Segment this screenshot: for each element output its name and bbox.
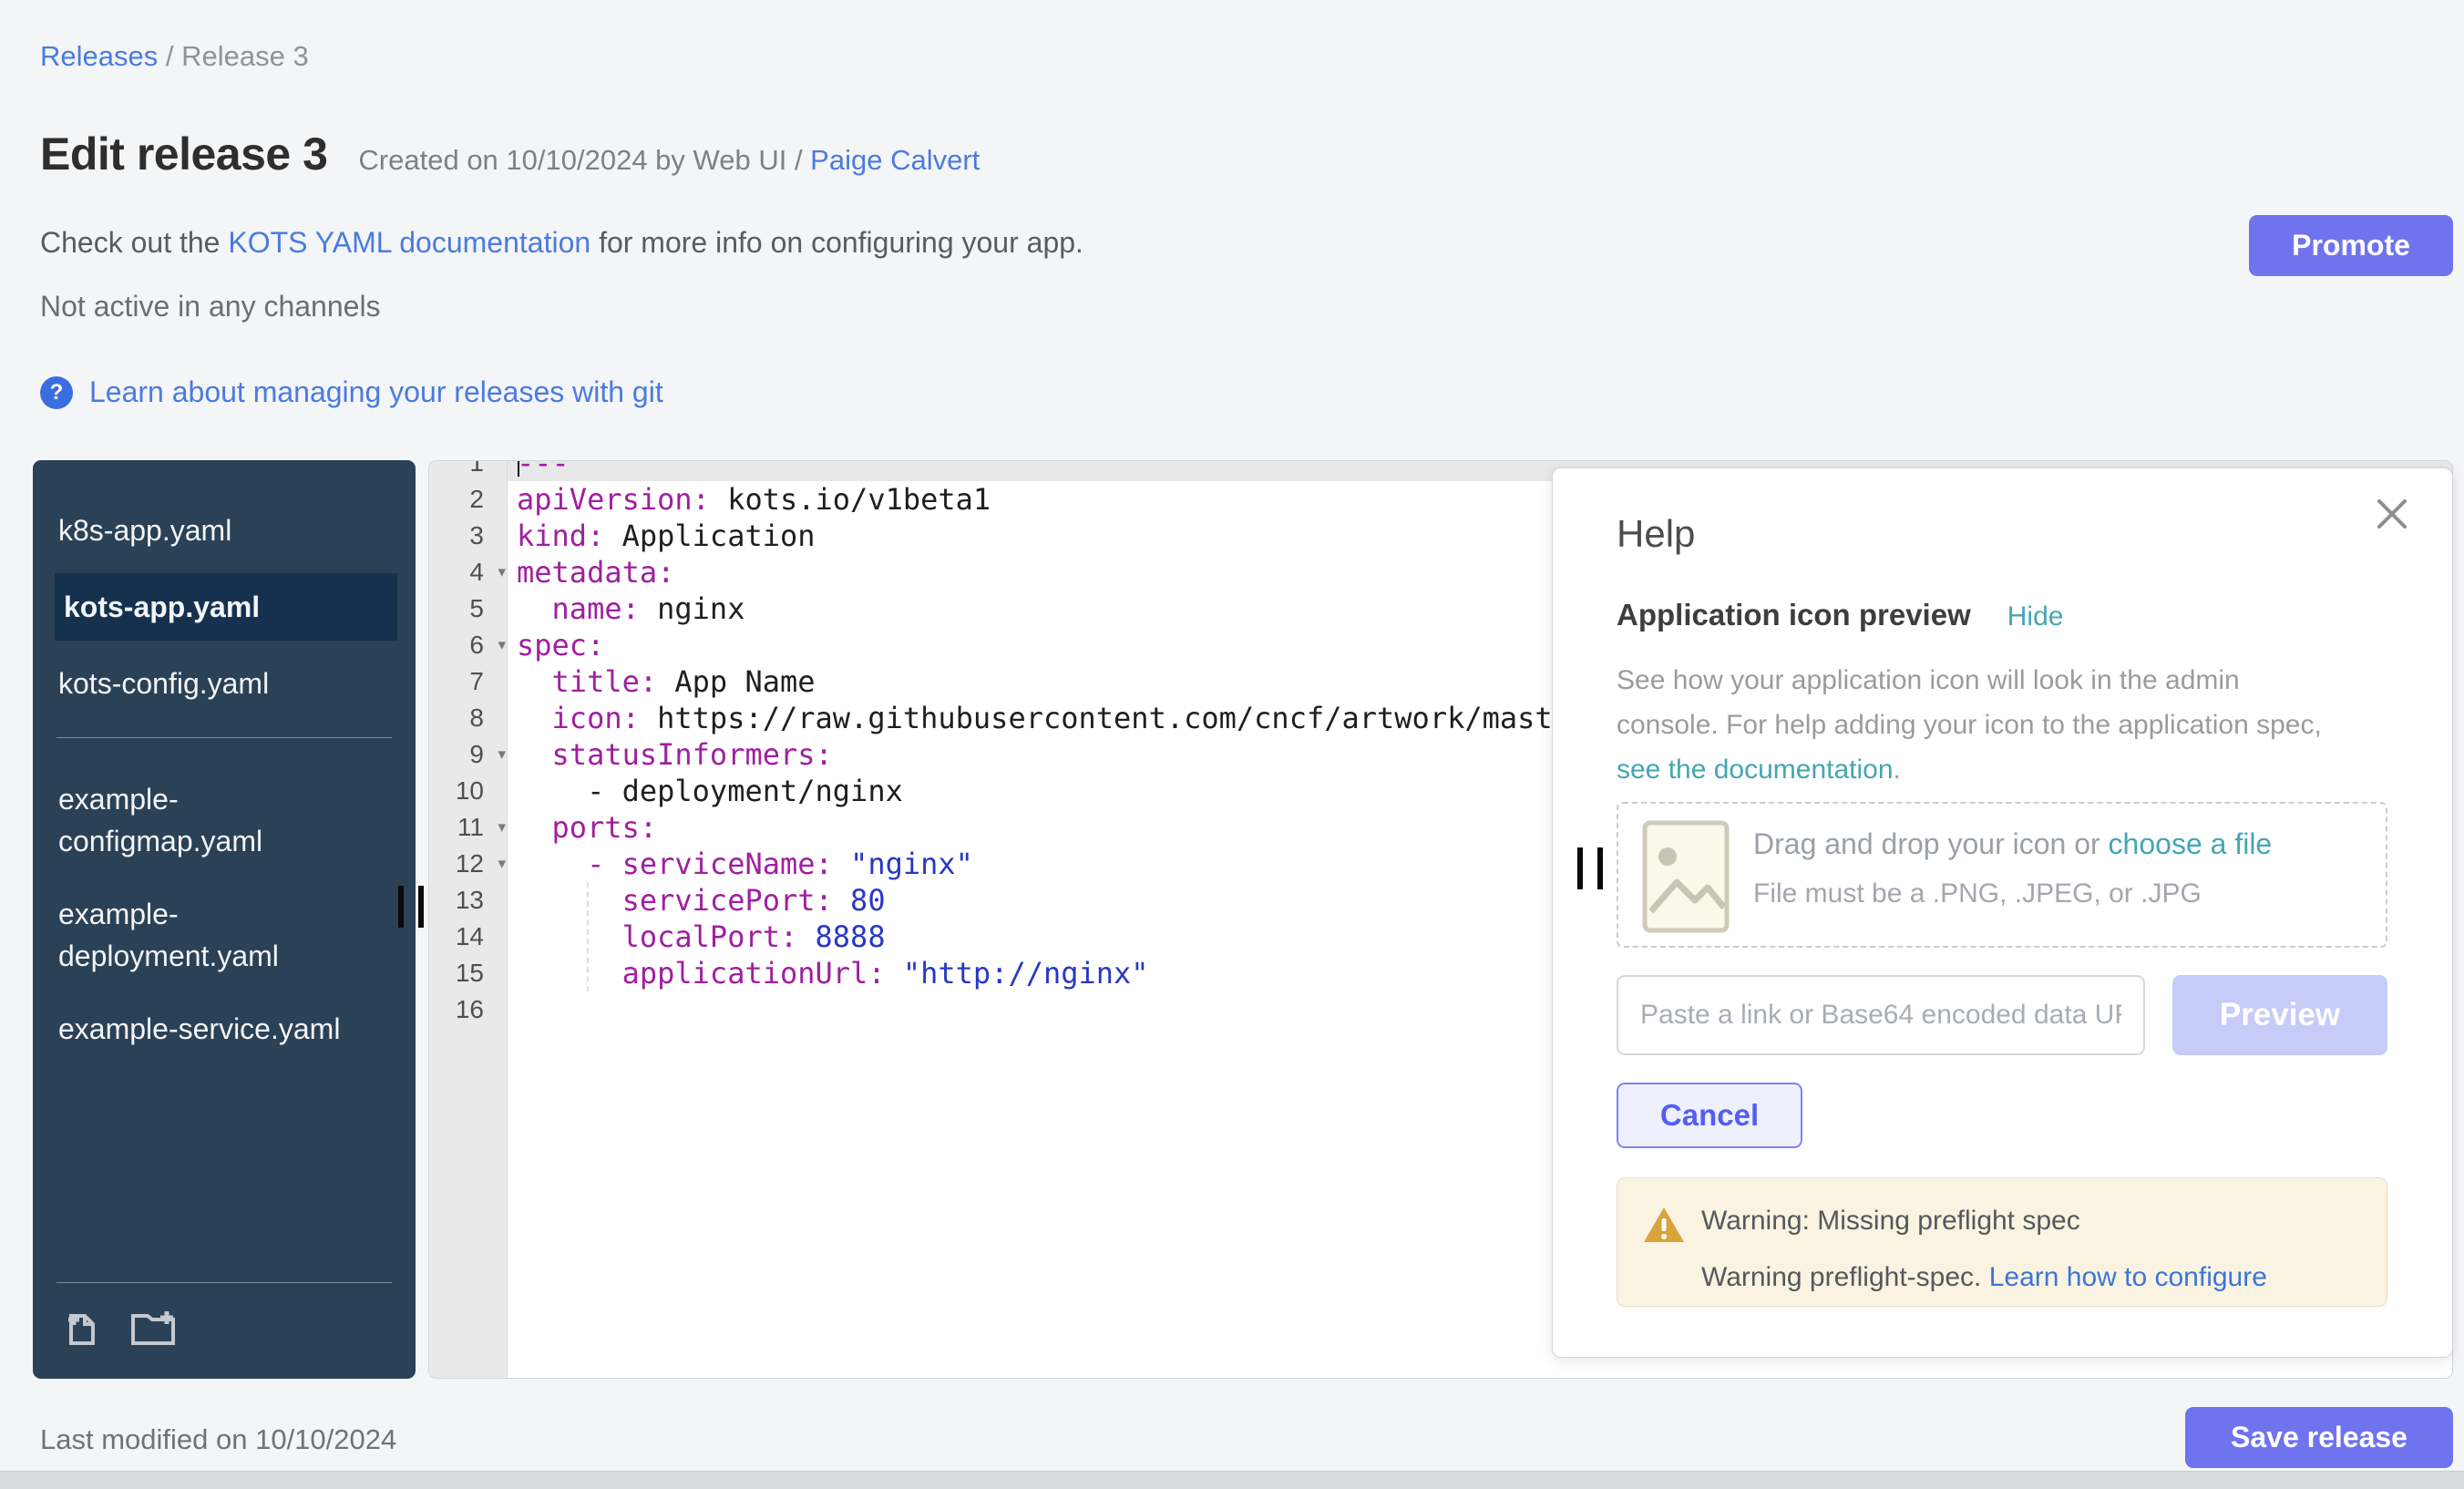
image-placeholder-icon — [1642, 820, 1730, 938]
preview-button[interactable]: Preview — [2172, 975, 2387, 1055]
git-help-row: ? Learn about managing your releases wit… — [40, 375, 663, 409]
last-modified: Last modified on 10/10/2024 — [40, 1423, 396, 1456]
sidebar-item-k8s-app.yaml[interactable]: k8s-app.yaml — [56, 500, 366, 560]
line-number: 6▾ — [429, 627, 508, 663]
desc-period: . — [1894, 755, 1901, 785]
warning-detail: Warning preflight-spec. Learn how to con… — [1701, 1262, 2267, 1293]
page-title-row: Edit release 3 Created on 10/10/2024 by … — [40, 128, 980, 180]
desc-text: See how your application icon will look … — [1617, 665, 2322, 740]
icon-preview-description: See how your application icon will look … — [1617, 658, 2346, 792]
git-releases-link[interactable]: Learn about managing your releases with … — [89, 375, 663, 409]
question-circle-icon: ? — [40, 376, 73, 409]
icon-preview-title: Application icon preview — [1617, 598, 1971, 632]
add-folder-icon[interactable] — [128, 1307, 179, 1353]
line-number: 4▾ — [429, 554, 508, 590]
see-documentation-link[interactable]: see the documentation — [1617, 755, 1894, 785]
sidebar-item-example-service.yaml[interactable]: example-service.yaml — [56, 999, 366, 1059]
line-number: 13 — [429, 882, 508, 919]
created-author-link[interactable]: Paige Calvert — [810, 144, 980, 176]
help-title: Help — [1617, 512, 1695, 556]
doc-hint: Check out the KOTS YAML documentation fo… — [40, 226, 1083, 260]
indent-guide — [587, 882, 589, 991]
line-number: 1 — [429, 460, 508, 481]
drop-prefix: Drag and drop your icon or — [1753, 827, 2109, 860]
breadcrumb-current: Release 3 — [181, 40, 309, 72]
dropzone-text: Drag and drop your icon or choose a file — [1753, 827, 2272, 861]
file-list: k8s-app.yaml kots-app.yaml kots-config.yam… — [33, 500, 416, 1059]
preflight-warning: Warning: Missing preflight spec Warning … — [1617, 1177, 2387, 1307]
line-number: 10 — [429, 773, 508, 809]
help-panel-resize-handle[interactable] — [1577, 847, 1603, 889]
kots-yaml-doc-link[interactable]: KOTS YAML documentation — [228, 226, 590, 259]
cancel-button[interactable]: Cancel — [1617, 1083, 1802, 1148]
line-number: 5 — [429, 590, 508, 627]
choose-file-link[interactable]: choose a file — [2109, 827, 2273, 860]
line-number: 16 — [429, 991, 508, 1028]
line-number: 2 — [429, 481, 508, 518]
line-number: 11▾ — [429, 809, 508, 846]
sidebar-footer — [33, 1260, 416, 1379]
icon-dropzone[interactable]: Drag and drop your icon or choose a file… — [1617, 802, 2387, 948]
line-number: 12▾ — [429, 846, 508, 882]
sidebar-item-example-configmap.yaml[interactable]: example-configmap.yaml — [56, 769, 366, 871]
help-panel: Help Application icon preview Hide See h… — [1552, 467, 2453, 1358]
dropzone-hint: File must be a .PNG, .JPEG, or .JPG — [1753, 878, 2202, 909]
bottom-strip — [0, 1471, 2464, 1489]
fold-arrow-icon[interactable]: ▾ — [498, 554, 506, 590]
line-number: 7 — [429, 663, 508, 700]
hide-link[interactable]: Hide — [2007, 601, 2064, 632]
doc-prefix: Check out the — [40, 226, 228, 259]
sidebar-footer-divider — [56, 1282, 392, 1283]
text-cursor — [518, 460, 519, 477]
sidebar-divider — [56, 737, 392, 738]
sidebar-item-kots-config.yaml[interactable]: kots-config.yaml — [56, 653, 366, 714]
doc-suffix: for more info on configuring your app. — [590, 226, 1083, 259]
line-number: 8 — [429, 700, 508, 736]
channel-status: Not active in any channels — [40, 290, 381, 323]
sidebar-item-example-deployment.yaml[interactable]: example-deployment.yaml — [56, 884, 366, 986]
promote-button[interactable]: Promote — [2249, 215, 2453, 276]
warning-title: Warning: Missing preflight spec — [1701, 1206, 2080, 1237]
line-number: 15 — [429, 955, 508, 991]
icon-url-input[interactable] — [1617, 975, 2145, 1055]
line-number: 3 — [429, 518, 508, 554]
file-sidebar: k8s-app.yaml kots-app.yaml kots-config.yam… — [33, 460, 416, 1379]
warning-detail-text: Warning preflight-spec. — [1701, 1262, 1989, 1292]
sidebar-resize-handle[interactable] — [398, 886, 424, 928]
breadcrumb-separator: / — [158, 40, 181, 72]
warning-triangle-icon — [1643, 1206, 1685, 1248]
created-info: Created on 10/10/2024 by Web UI / Paige … — [358, 144, 980, 177]
sidebar-item-kots-app.yaml[interactable]: kots-app.yaml — [55, 573, 397, 641]
fold-arrow-icon[interactable]: ▾ — [498, 809, 506, 846]
fold-arrow-icon[interactable]: ▾ — [498, 846, 506, 882]
fold-arrow-icon[interactable]: ▾ — [498, 736, 506, 773]
line-number: 14 — [429, 919, 508, 955]
created-prefix: Created on 10/10/2024 by Web UI / — [358, 144, 810, 176]
fold-arrow-icon[interactable]: ▾ — [498, 627, 506, 663]
save-release-button[interactable]: Save release — [2185, 1407, 2453, 1468]
close-icon[interactable] — [2374, 496, 2410, 532]
breadcrumb: Releases / Release 3 — [40, 40, 309, 73]
learn-configure-link[interactable]: Learn how to configure — [1989, 1262, 2267, 1292]
line-number: 9▾ — [429, 736, 508, 773]
breadcrumb-releases-link[interactable]: Releases — [40, 40, 158, 72]
add-file-icon[interactable] — [60, 1307, 102, 1353]
page-title: Edit release 3 — [40, 128, 327, 180]
